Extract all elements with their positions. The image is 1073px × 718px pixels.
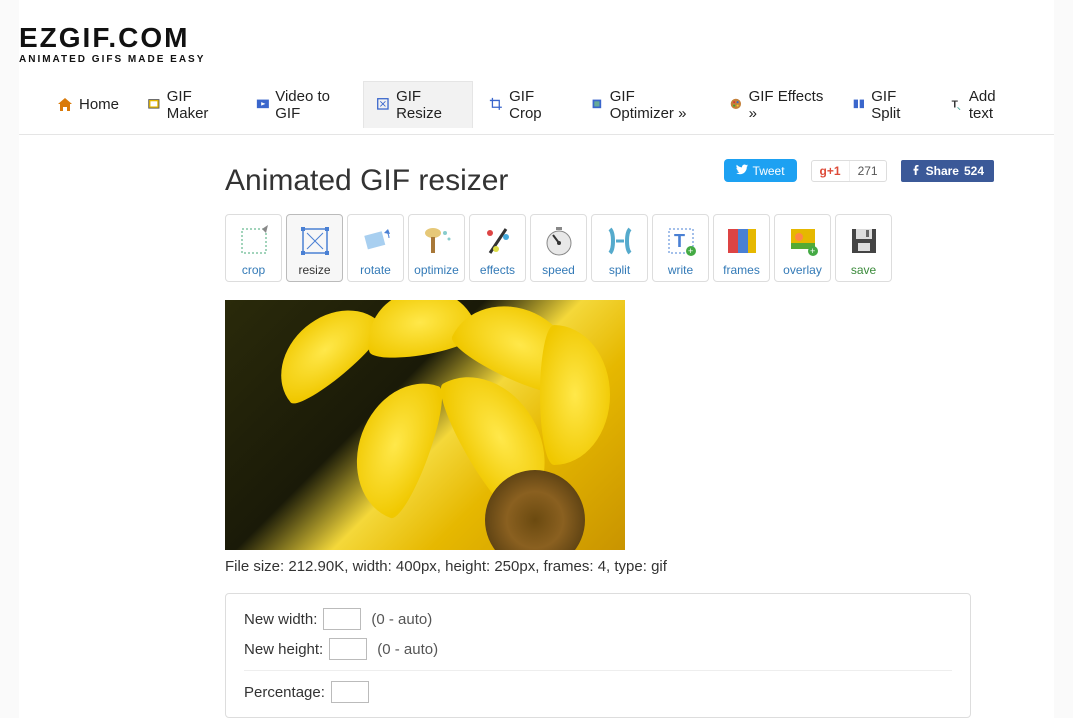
nav-label: Add text (969, 88, 1016, 122)
image-preview (225, 300, 625, 550)
main-nav: Home GIF Maker Video to GIF GIF Resize G… (19, 69, 1054, 135)
height-hint: (0 - auto) (377, 641, 438, 658)
width-label: New width: (244, 611, 317, 628)
tool-effects[interactable]: effects (469, 214, 526, 282)
fb-count: 524 (964, 164, 984, 178)
optimize-tool-icon (417, 221, 457, 261)
text-icon: T (949, 97, 963, 113)
nav-label: GIF Maker (167, 88, 228, 122)
tool-label: save (851, 263, 876, 277)
nav-video-to-gif[interactable]: Video to GIF (244, 82, 360, 128)
tool-label: frames (723, 263, 760, 277)
optimize-icon (590, 97, 604, 113)
tool-label: resize (298, 263, 330, 277)
nav-label: GIF Split (871, 88, 921, 122)
tool-label: write (668, 263, 693, 277)
fb-share-button[interactable]: Share 524 (901, 160, 994, 182)
nav-label: GIF Resize (396, 88, 460, 122)
svg-text:T: T (952, 99, 959, 110)
crop-icon (489, 97, 503, 113)
tool-split[interactable]: split (591, 214, 648, 282)
gplus-label: g+1 (812, 161, 850, 181)
nav-home[interactable]: Home (45, 90, 131, 119)
crop-tool-icon (234, 221, 274, 261)
tool-frames[interactable]: frames (713, 214, 770, 282)
tool-save[interactable]: save (835, 214, 892, 282)
social-share-row: Tweet g+1 271 Share 524 (225, 159, 1054, 182)
nav-gif-effects[interactable]: GIF Effects » (717, 82, 836, 128)
svg-text:T: T (674, 231, 685, 251)
nav-gif-maker[interactable]: GIF Maker (135, 82, 239, 128)
effects-tool-icon (478, 221, 518, 261)
twitter-icon (736, 163, 748, 178)
form-separator (244, 670, 952, 671)
tool-label: effects (480, 263, 515, 277)
facebook-icon (911, 164, 921, 178)
height-label: New height: (244, 641, 323, 658)
home-icon (57, 97, 73, 113)
tool-resize[interactable]: resize (286, 214, 343, 282)
logo-subtitle: ANIMATED GIFS MADE EASY (19, 54, 1054, 65)
tweet-label: Tweet (753, 164, 785, 178)
maker-icon (147, 97, 161, 113)
gplus-count: 271 (850, 161, 886, 181)
tool-speed[interactable]: speed (530, 214, 587, 282)
split-icon (852, 97, 866, 113)
resize-icon (376, 97, 390, 113)
tool-rotate[interactable]: rotate (347, 214, 404, 282)
tool-toolbar: crop resize rotate optimize effects spee… (225, 214, 1054, 282)
resize-tool-icon (295, 221, 335, 261)
percentage-input[interactable] (331, 681, 369, 703)
tool-label: optimize (414, 263, 459, 277)
nav-label: GIF Effects » (749, 88, 824, 122)
save-tool-icon (844, 221, 884, 261)
nav-label: GIF Optimizer » (610, 88, 701, 122)
overlay-tool-icon: + (783, 221, 823, 261)
gplus-button[interactable]: g+1 271 (811, 160, 887, 182)
tool-label: overlay (783, 263, 822, 277)
rotate-tool-icon (356, 221, 396, 261)
speed-tool-icon (539, 221, 579, 261)
file-info: File size: 212.90K, width: 400px, height… (225, 558, 1054, 575)
site-logo[interactable]: EZGIF.COM ANIMATED GIFS MADE EASY (19, 0, 1054, 69)
nav-label: Video to GIF (275, 88, 347, 122)
tool-label: rotate (360, 263, 391, 277)
width-hint: (0 - auto) (371, 611, 432, 628)
logo-main: EZGIF.COM (19, 24, 1054, 52)
tweet-button[interactable]: Tweet (724, 159, 797, 182)
svg-text:+: + (688, 246, 693, 256)
frames-tool-icon (722, 221, 762, 261)
nav-gif-resize[interactable]: GIF Resize (363, 81, 473, 128)
video-icon (256, 97, 270, 113)
percentage-label: Percentage: (244, 684, 325, 701)
height-input[interactable] (329, 638, 367, 660)
split-tool-icon (600, 221, 640, 261)
fb-label: Share (926, 164, 959, 178)
svg-text:+: + (810, 246, 815, 256)
tool-label: speed (542, 263, 575, 277)
tool-write[interactable]: T+ write (652, 214, 709, 282)
nav-gif-optimizer[interactable]: GIF Optimizer » (578, 82, 713, 128)
tool-overlay[interactable]: + overlay (774, 214, 831, 282)
nav-label: GIF Crop (509, 88, 562, 122)
tool-crop[interactable]: crop (225, 214, 282, 282)
write-tool-icon: T+ (661, 221, 701, 261)
nav-add-text[interactable]: T Add text (937, 82, 1028, 128)
width-input[interactable] (323, 608, 361, 630)
nav-gif-split[interactable]: GIF Split (840, 82, 934, 128)
nav-label: Home (79, 96, 119, 113)
tool-optimize[interactable]: optimize (408, 214, 465, 282)
resize-form: New width: (0 - auto) New height: (0 - a… (225, 593, 971, 718)
tool-label: split (609, 263, 630, 277)
tool-label: crop (242, 263, 265, 277)
nav-gif-crop[interactable]: GIF Crop (477, 82, 574, 128)
effects-icon (729, 97, 743, 113)
